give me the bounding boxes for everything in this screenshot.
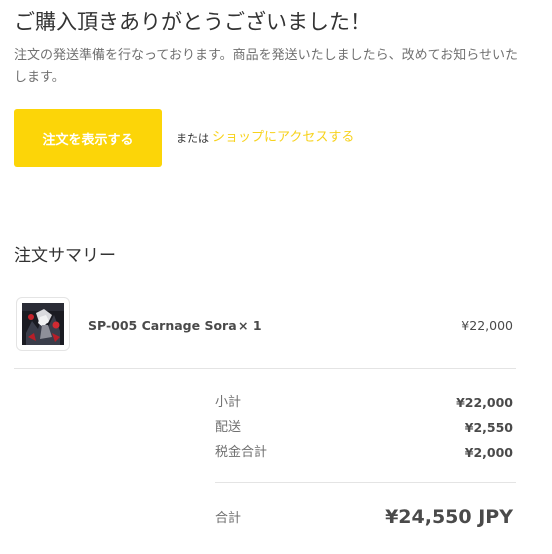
order-summary-heading: 注文サマリー [14,246,116,266]
tax-value: ¥2,000 [464,445,513,460]
shipping-value: ¥2,550 [464,420,513,435]
subtotal-value: ¥22,000 [456,395,513,410]
product-name: SP-005 Carnage Sora [88,318,237,333]
divider [14,368,516,369]
total-value: ¥24,550 JPY [385,506,513,528]
product-price: ¥22,000 [461,318,513,333]
thank-you-title: ご購入頂きありがとうございました！ [14,10,371,34]
shipping-notice-text: 注文の発送準備を行なっております。商品を発送いたしましたら、改めてお知らせいたし… [14,48,519,85]
subtotal-label: 小計 [215,395,242,410]
product-thumbnail [16,297,70,351]
tax-label: 税金合計 [215,445,268,460]
total-label: 合計 [215,511,242,526]
product-image [22,303,64,345]
visit-shop-link[interactable]: ショップにアクセスする [212,128,354,148]
product-quantity: × 1 [238,318,262,333]
or-text: または [176,132,209,145]
divider [215,482,516,483]
shipping-label: 配送 [215,420,242,435]
view-order-button[interactable]: 注文を表示する [14,109,162,167]
